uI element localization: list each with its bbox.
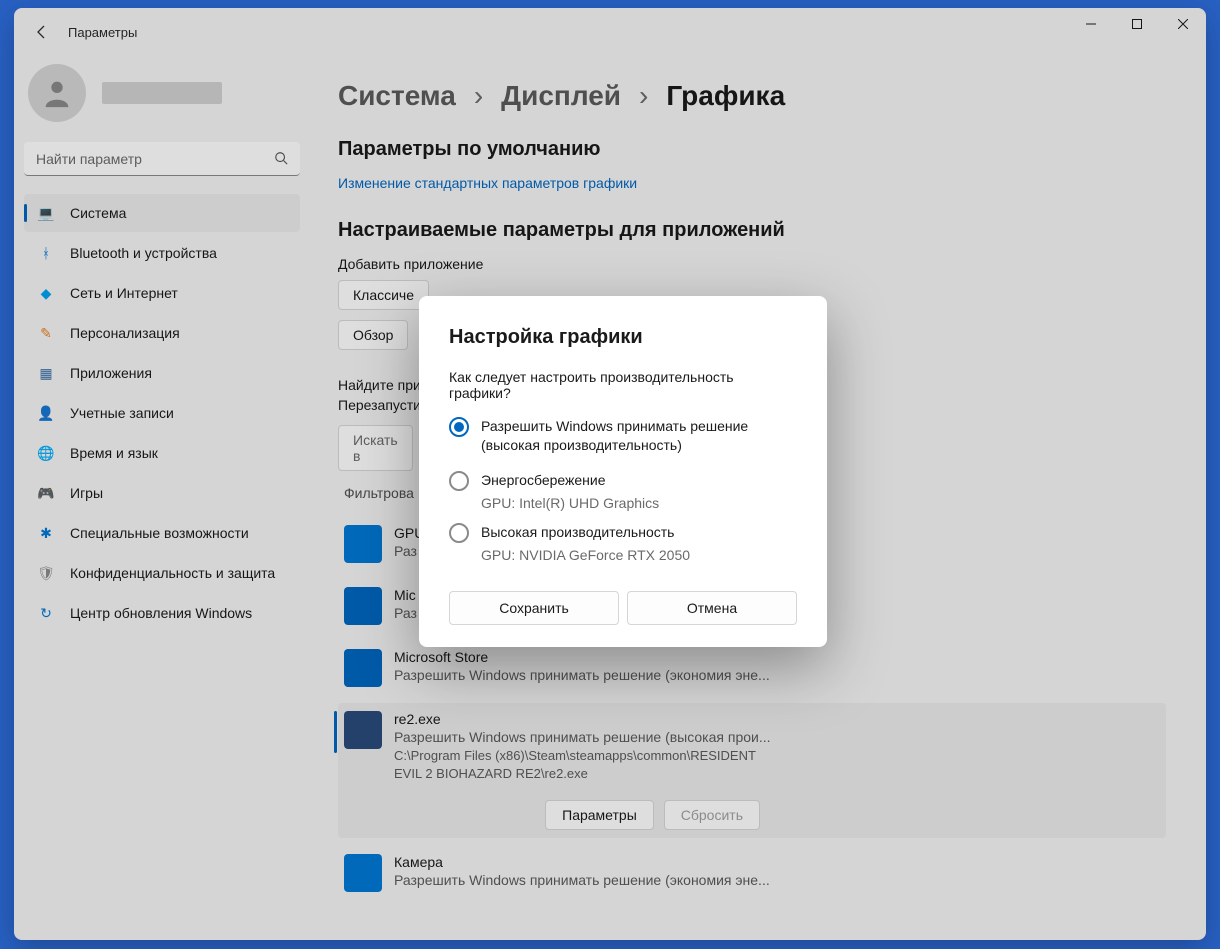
dialog-actions: Сохранить Отмена	[449, 591, 797, 625]
performance-gpu-label: GPU: NVIDIA GeForce RTX 2050	[481, 547, 797, 563]
radio-option-performance[interactable]: Высокая производительность	[449, 523, 797, 543]
save-button[interactable]: Сохранить	[449, 591, 619, 625]
radio-icon	[449, 417, 469, 437]
graphics-preference-dialog: Настройка графики Как следует настроить …	[419, 296, 827, 647]
settings-window: Параметры 💻СистемаᚼBluetooth и устройств…	[14, 8, 1206, 940]
radio-icon	[449, 523, 469, 543]
cancel-button[interactable]: Отмена	[627, 591, 797, 625]
powersave-gpu-label: GPU: Intel(R) UHD Graphics	[481, 495, 797, 511]
dialog-question: Как следует настроить производительность…	[449, 369, 797, 401]
radio-icon	[449, 471, 469, 491]
radio-option-powersave[interactable]: Энергосбережение	[449, 471, 797, 491]
radio-option-windows[interactable]: Разрешить Windows принимать решение (выс…	[449, 417, 797, 455]
dialog-title: Настройка графики	[449, 326, 797, 349]
